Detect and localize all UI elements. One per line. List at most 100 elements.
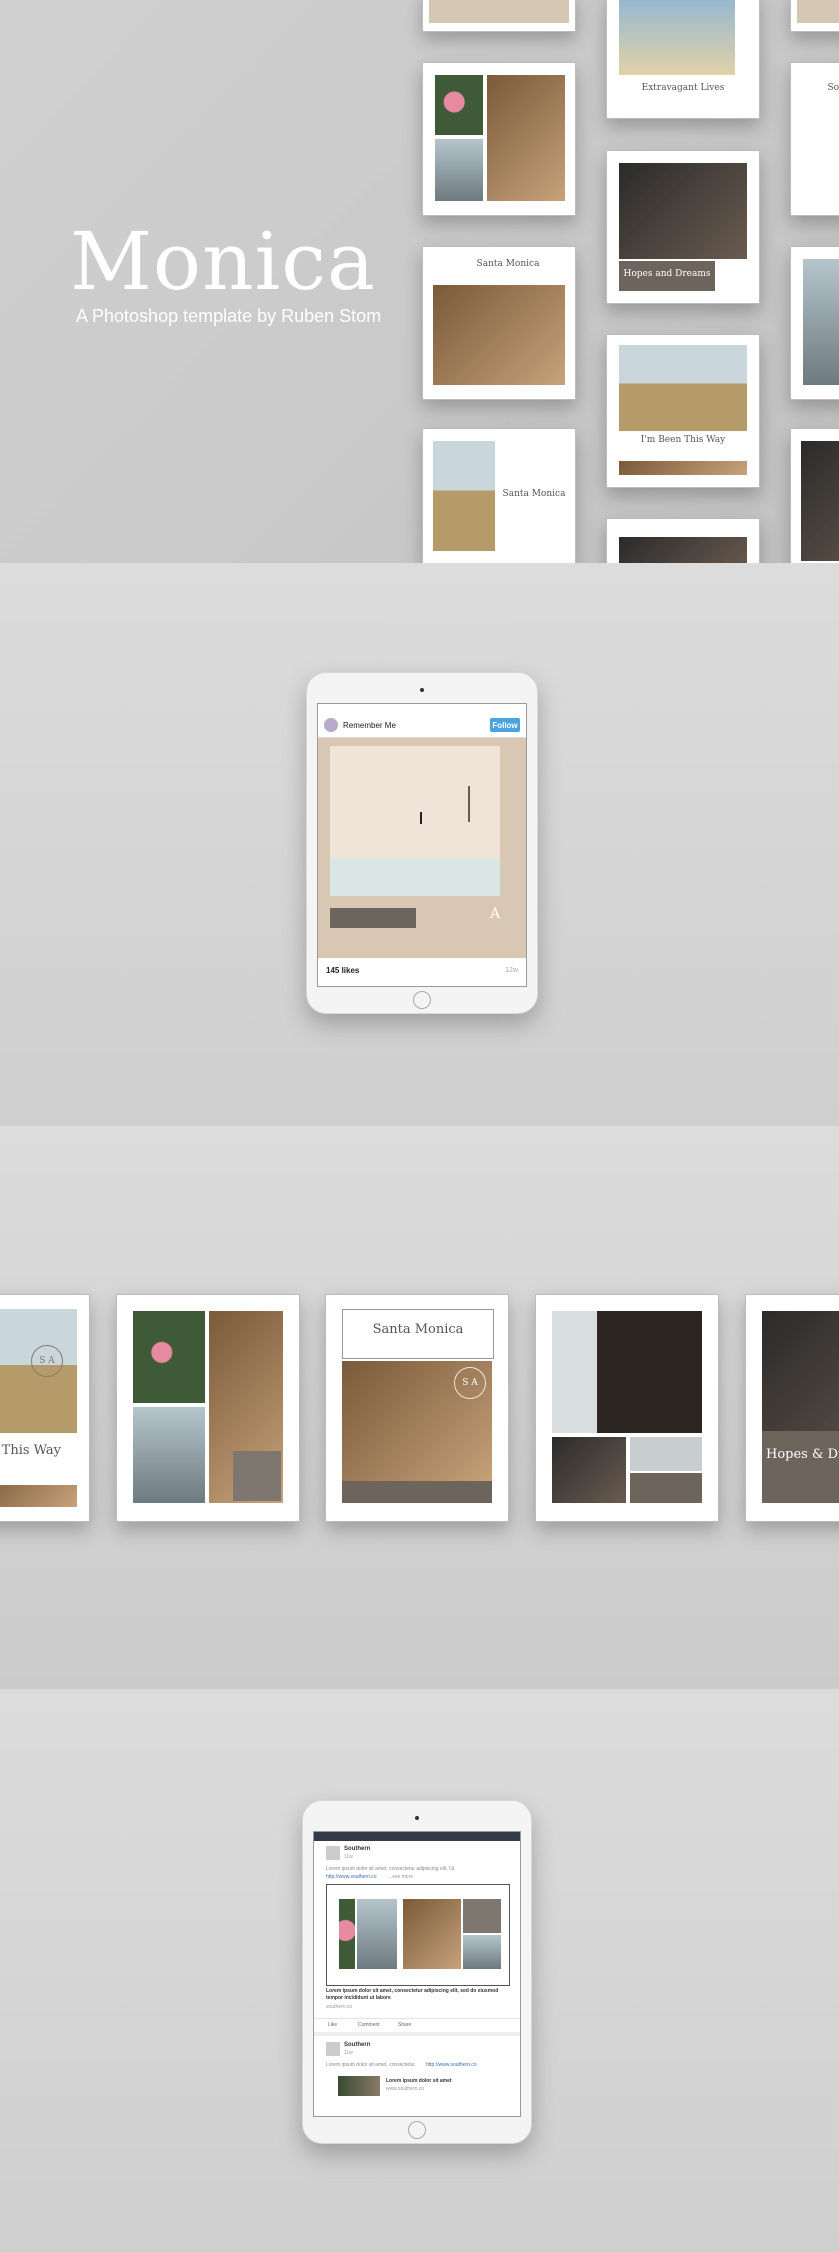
card-photo: S A	[0, 1309, 77, 1433]
post-photo	[403, 1899, 461, 1969]
card-photo	[435, 75, 483, 135]
card-photo	[0, 1485, 77, 1507]
link-thumbnail[interactable]	[338, 2076, 380, 2096]
post-author[interactable]: Southern	[344, 2042, 370, 2048]
grid-card-hopes: Hopes and Dreams	[606, 150, 760, 304]
post-photo	[339, 1899, 355, 1969]
card-photo	[133, 1311, 205, 1403]
post-photo	[463, 1899, 501, 1933]
card-title: Soo	[827, 83, 839, 93]
card-photo	[797, 0, 839, 23]
tablet-screen: Remember Me Follow A 145 likes 12w	[317, 703, 527, 987]
row-card-this-way: S A This Way	[0, 1294, 90, 1522]
post-link[interactable]: http://www.southern.co	[326, 1874, 377, 1880]
camera-dot	[415, 1816, 419, 1820]
post-caption: Lorem ipsum dolor sit amet, consectetur …	[326, 1988, 499, 2001]
grid-card-edge: Soo	[790, 62, 839, 216]
card-photo	[433, 441, 495, 551]
tree-trunk	[468, 786, 470, 822]
card-photo	[133, 1407, 205, 1503]
card-photo	[433, 285, 565, 385]
card-photo: S A	[342, 1361, 492, 1489]
like-button[interactable]: Like	[328, 2022, 337, 2028]
status-bar	[318, 704, 526, 712]
row-card-portraits	[535, 1294, 719, 1522]
grid-card-edge	[790, 0, 839, 32]
post-image[interactable]	[326, 1884, 510, 1986]
share-button[interactable]: Share	[398, 2022, 411, 2028]
card-caption-bar	[630, 1473, 702, 1503]
post-photo	[463, 1935, 501, 1969]
grid-card-edge	[790, 246, 839, 400]
card-photo	[619, 461, 747, 475]
row-card-santa: Santa Monica S A	[325, 1294, 509, 1522]
card-photo: Hopes & Drea	[762, 1311, 839, 1503]
hero-section: Monica A Photoshop template by Ruben Sto…	[0, 0, 839, 563]
row-card-collage	[116, 1294, 300, 1522]
hero-subtitle: A Photoshop template by Ruben Stom	[76, 306, 382, 326]
page-avatar[interactable]	[326, 2042, 340, 2056]
home-button[interactable]	[408, 2121, 426, 2139]
likes-count: 145 likes	[326, 966, 360, 975]
card-photo	[619, 537, 747, 563]
card-photo	[801, 441, 839, 561]
post-time: 11w	[344, 1854, 353, 1860]
card-photo	[552, 1311, 702, 1433]
post-text: Lorem ipsum dolor sit amet, consectetur.	[326, 2062, 417, 2068]
status-bar	[314, 1832, 520, 1841]
card-seal-box	[233, 1451, 281, 1501]
row-card-hopes: Hopes & Drea	[745, 1294, 839, 1522]
page-avatar[interactable]	[326, 1846, 340, 1860]
grid-card-collage	[422, 62, 576, 216]
card-photo	[487, 75, 565, 201]
see-more-link[interactable]: ...see more	[388, 1874, 413, 1880]
card-photo	[435, 139, 483, 201]
seal-letter: A	[490, 906, 501, 922]
grid-card-santa-2: Santa Monica	[422, 428, 576, 563]
card-photo	[803, 259, 839, 385]
post-caption-bar	[330, 908, 416, 928]
card-title: This Way	[1, 1443, 61, 1458]
figure-silhouette	[420, 812, 422, 824]
card-photo	[619, 163, 747, 259]
card-photo	[429, 0, 569, 23]
card-title: Extravagant Lives	[641, 83, 725, 93]
card-title: Hopes & Drea	[766, 1447, 839, 1462]
post-domain: southern.co	[326, 2004, 353, 2010]
post-text: Lorem ipsum dolor sit amet, consectetur …	[326, 1866, 456, 1872]
post-photo	[357, 1899, 397, 1969]
card-caption-bar	[342, 1481, 492, 1503]
comment-button[interactable]: Comment	[358, 2022, 380, 2028]
tablet: Southern 11w Lorem ipsum dolor sit amet,…	[302, 1800, 532, 2144]
card-seal: S A	[31, 1345, 63, 1377]
card-photo	[619, 345, 747, 431]
facebook-mockup-section: Southern 11w Lorem ipsum dolor sit amet,…	[0, 1689, 839, 2252]
tablet: Remember Me Follow A 145 likes 12w	[306, 672, 538, 1014]
card-title: Santa Monica	[476, 259, 540, 269]
follow-button[interactable]: Follow	[490, 718, 520, 732]
post-time: 11w	[344, 2050, 353, 2056]
card-photo	[552, 1437, 626, 1503]
post-time: 12w	[505, 967, 518, 974]
divider	[314, 2032, 520, 2036]
link-domain: www.southern.co	[386, 2086, 425, 2092]
username[interactable]: Remember Me	[343, 721, 396, 730]
grid-card-edge	[790, 428, 839, 563]
grid-card-bottom	[606, 518, 760, 563]
post-image[interactable]: A	[318, 738, 526, 958]
card-photo	[630, 1437, 702, 1471]
instagram-mockup-section: Remember Me Follow A 145 likes 12w	[0, 563, 839, 1126]
post-author[interactable]: Southern	[344, 1846, 370, 1852]
card-seal: S A	[454, 1367, 486, 1399]
card-title: Hopes and Dreams	[623, 269, 711, 279]
camera-dot	[420, 688, 424, 692]
card-title: Santa Monica	[372, 1322, 464, 1337]
title-frame: Santa Monica	[342, 1309, 494, 1359]
link-title[interactable]: Lorem ipsum dolor sit amet	[386, 2078, 452, 2084]
post-link[interactable]: http://www.southern.co	[426, 2062, 477, 2068]
avatar[interactable]	[324, 718, 338, 732]
grid-card-been: I'm Been This Way	[606, 334, 760, 488]
home-button[interactable]	[413, 991, 431, 1009]
card-row-section: S A This Way Santa Monica S A Hopes & Dr…	[0, 1126, 839, 1689]
post-photo	[330, 746, 500, 896]
